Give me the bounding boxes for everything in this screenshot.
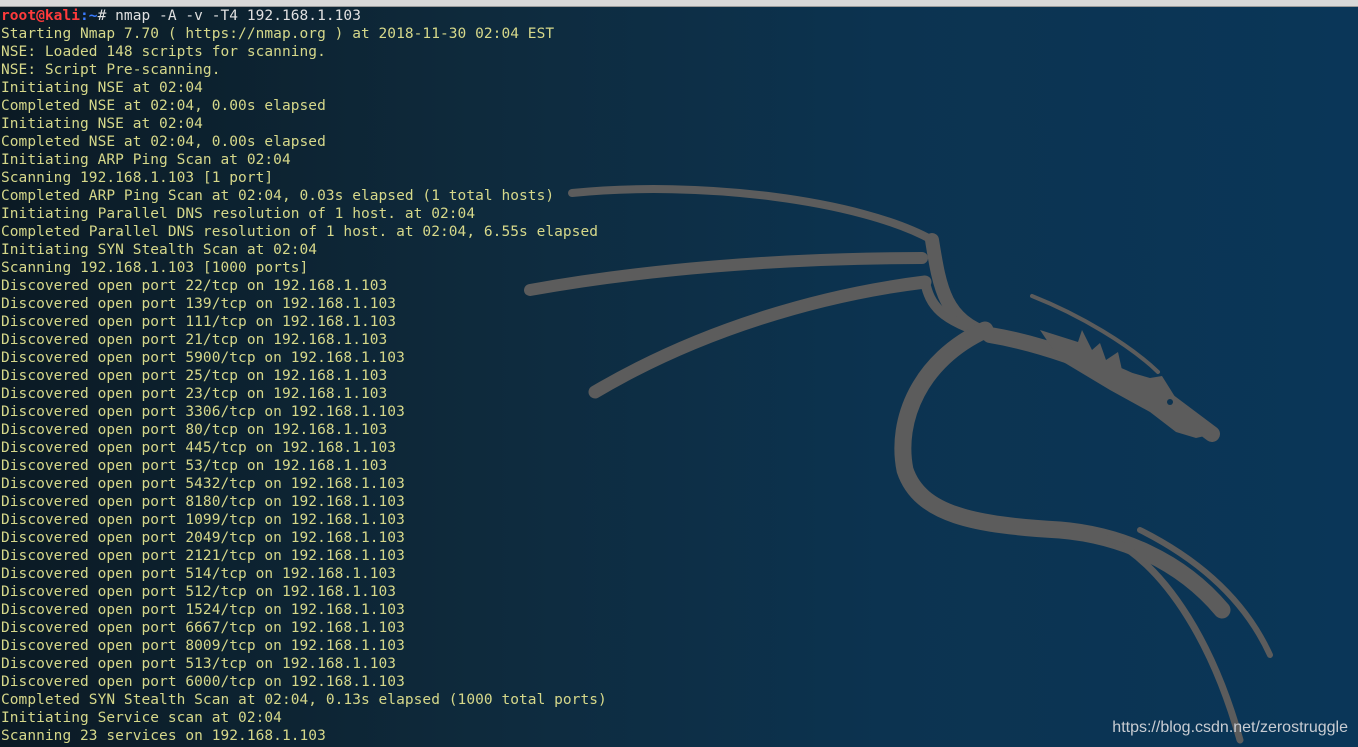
output-line: Initiating NSE at 02:04 [1,116,203,132]
output-line: Discovered open port 21/tcp on 192.168.1… [1,332,388,348]
output-line: NSE: Loaded 148 scripts for scanning. [1,44,326,60]
prompt-symbol: # [97,8,116,24]
output-line: Discovered open port 1524/tcp on 192.168… [1,602,405,618]
output-line: Scanning 192.168.1.103 [1000 ports] [1,260,309,276]
output-line: Initiating NSE at 02:04 [1,80,203,96]
prompt-path: :~ [80,8,98,24]
output-line: Discovered open port 8180/tcp on 192.168… [1,494,405,510]
output-line: Discovered open port 22/tcp on 192.168.1… [1,278,388,294]
output-line: Starting Nmap 7.70 ( https://nmap.org ) … [1,26,555,42]
output-line: Initiating SYN Stealth Scan at 02:04 [1,242,318,258]
output-line: Discovered open port 80/tcp on 192.168.1… [1,422,388,438]
output-line: NSE: Script Pre-scanning. [1,62,221,78]
output-line: Discovered open port 513/tcp on 192.168.… [1,656,397,672]
terminal-output[interactable]: root@kali:~# nmap -A -v -T4 192.168.1.10… [1,7,1357,747]
output-line: Discovered open port 5432/tcp on 192.168… [1,476,405,492]
output-line: Discovered open port 6000/tcp on 192.168… [1,674,405,690]
output-line: Discovered open port 1099/tcp on 192.168… [1,512,405,528]
output-line: Completed Parallel DNS resolution of 1 h… [1,224,599,240]
output-line: Discovered open port 2049/tcp on 192.168… [1,530,405,546]
output-line: Discovered open port 139/tcp on 192.168.… [1,296,397,312]
output-line: Completed NSE at 02:04, 0.00s elapsed [1,98,326,114]
prompt-command: nmap -A -v -T4 192.168.1.103 [115,8,361,24]
output-line: Initiating ARP Ping Scan at 02:04 [1,152,291,168]
output-line: Discovered open port 3306/tcp on 192.168… [1,404,405,420]
prompt-user-host: root@kali [1,8,81,24]
output-line: Discovered open port 6667/tcp on 192.168… [1,620,405,636]
output-line: Discovered open port 2121/tcp on 192.168… [1,548,405,564]
output-line: Scanning 192.168.1.103 [1 port] [1,170,274,186]
watermark: https://blog.csdn.net/zerostruggle [1112,719,1348,736]
output-line: Completed SYN Stealth Scan at 02:04, 0.1… [1,692,607,708]
output-line: Discovered open port 5900/tcp on 192.168… [1,350,405,366]
output-line: Initiating Parallel DNS resolution of 1 … [1,206,476,222]
output-line: Discovered open port 8009/tcp on 192.168… [1,638,405,654]
output-line: Completed NSE at 02:04, 0.00s elapsed [1,134,326,150]
output-line: Discovered open port 53/tcp on 192.168.1… [1,458,388,474]
output-line: Discovered open port 23/tcp on 192.168.1… [1,386,388,402]
output-line: Discovered open port 514/tcp on 192.168.… [1,566,397,582]
output-line: Discovered open port 445/tcp on 192.168.… [1,440,397,456]
output-line: Completed ARP Ping Scan at 02:04, 0.03s … [1,188,555,204]
output-line: Discovered open port 111/tcp on 192.168.… [1,314,397,330]
prompt-line: root@kali:~# nmap -A -v -T4 192.168.1.10… [1,7,1357,25]
output-line: Discovered open port 25/tcp on 192.168.1… [1,368,388,384]
output-line: Discovered open port 512/tcp on 192.168.… [1,584,397,600]
